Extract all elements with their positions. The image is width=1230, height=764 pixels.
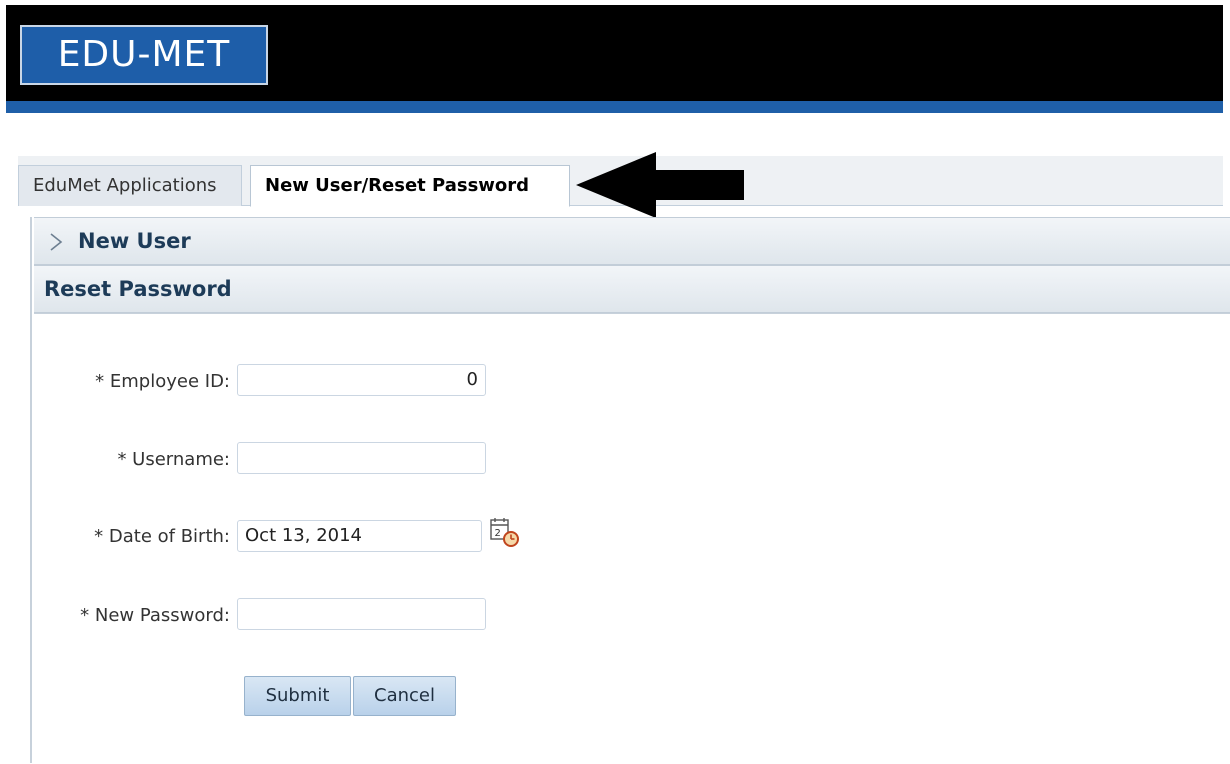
app-logo: EDU-MET	[20, 25, 268, 85]
page-left-edge	[0, 0, 6, 763]
new-password-label: * New Password:	[80, 605, 230, 626]
employee-id-label: * Employee ID:	[95, 371, 230, 392]
username-field[interactable]	[237, 442, 486, 474]
username-label: * Username:	[117, 449, 230, 470]
new-password-field[interactable]	[237, 598, 486, 630]
date-of-birth-field[interactable]: Oct 13, 2014	[237, 520, 482, 552]
accordion-new-user-label: New User	[78, 229, 191, 253]
left-arrow-icon	[576, 152, 744, 218]
accordion-reset-password-label: Reset Password	[44, 277, 232, 301]
main-panel: New User Reset Password	[30, 217, 1230, 763]
tab-edumet-applications[interactable]: EduMet Applications	[18, 165, 242, 206]
cancel-button[interactable]: Cancel	[353, 676, 456, 716]
svg-text:2: 2	[495, 528, 501, 539]
submit-button[interactable]: Submit	[244, 676, 351, 716]
calendar-clock-icon[interactable]: 2	[488, 517, 522, 549]
date-of-birth-label: * Date of Birth:	[94, 526, 230, 547]
accordion-new-user[interactable]: New User	[34, 217, 1230, 265]
tab-new-user-reset-password[interactable]: New User/Reset Password	[250, 165, 570, 207]
header-stripe	[6, 101, 1223, 113]
employee-id-field[interactable]: 0	[237, 364, 486, 396]
chevron-right-icon	[50, 233, 63, 251]
accordion-reset-password[interactable]: Reset Password	[34, 265, 1230, 313]
